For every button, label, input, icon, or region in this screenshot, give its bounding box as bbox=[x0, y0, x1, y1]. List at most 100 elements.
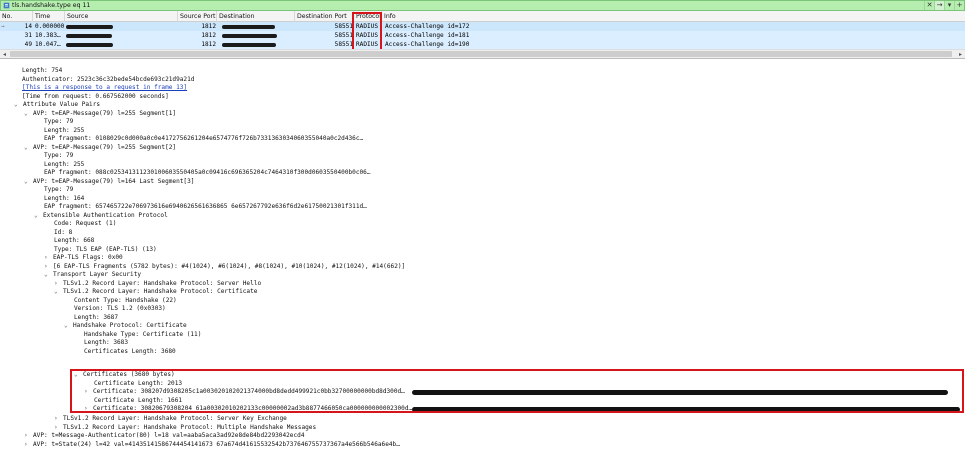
collapsed-chevron-icon[interactable]: › bbox=[24, 432, 33, 441]
tree-node-eap-tls-flags[interactable]: › EAP-TLS Flags: 0x00 bbox=[44, 254, 123, 263]
redacted-source bbox=[66, 43, 113, 47]
bookmark-icon[interactable] bbox=[1, 1, 11, 10]
response-to-frame-link[interactable]: [This is a response to a request in fram… bbox=[22, 84, 187, 93]
expanded-chevron-icon[interactable]: ⌄ bbox=[14, 101, 23, 110]
detail-line[interactable]: Type: 79 bbox=[44, 118, 73, 127]
detail-line[interactable]: EAP fragment: 0108029c0d000a0c0e41727562… bbox=[44, 135, 363, 144]
column-header-time[interactable]: Time bbox=[33, 11, 65, 22]
packet-details-tree[interactable]: Length: 754 Authenticator: 2523c36c32bed… bbox=[0, 67, 965, 454]
detail-line[interactable]: Version: TLS 1.2 (0x0303) bbox=[74, 305, 166, 314]
detail-line[interactable]: Length: 754 bbox=[22, 67, 62, 76]
packet-list[interactable]: No. Time Source Source Port Destination … bbox=[0, 11, 965, 59]
expanded-chevron-icon[interactable]: ⌄ bbox=[24, 178, 33, 187]
collapsed-chevron-icon[interactable]: › bbox=[54, 280, 63, 289]
column-header-destination[interactable]: Destination bbox=[217, 11, 295, 22]
tree-node-tls-record[interactable]: › TLSv1.2 Record Layer: Handshake Protoco… bbox=[54, 415, 287, 424]
detail-label: EAP-TLS Flags: 0x00 bbox=[53, 254, 123, 261]
redacted-destination bbox=[222, 43, 276, 47]
collapsed-chevron-icon[interactable]: › bbox=[24, 441, 33, 450]
detail-label: Extensible Authentication Protocol bbox=[43, 211, 168, 219]
packet-list-horizontal-scrollbar[interactable]: ◂ ▸ bbox=[0, 49, 965, 58]
scroll-left-icon[interactable]: ◂ bbox=[0, 50, 9, 59]
protocol-column-highlight bbox=[352, 12, 382, 54]
certificates-highlight-box bbox=[70, 369, 964, 413]
expanded-chevron-icon[interactable]: ⌄ bbox=[24, 144, 33, 153]
detail-line[interactable]: Length: 3683 bbox=[84, 339, 128, 348]
expanded-chevron-icon[interactable]: ⌄ bbox=[44, 271, 53, 280]
detail-label: AVP: t=Message-Authenticator(80) l=18 va… bbox=[33, 432, 305, 439]
detail-line[interactable]: Certificates Length: 3680 bbox=[84, 348, 176, 357]
column-header-source[interactable]: Source bbox=[65, 11, 178, 22]
packet-list-header: No. Time Source Source Port Destination … bbox=[0, 11, 965, 22]
packet-source-port: 1812 bbox=[201, 41, 216, 48]
clear-filter-icon[interactable]: ✕ bbox=[924, 1, 934, 10]
detail-line[interactable]: Type: 79 bbox=[44, 152, 73, 161]
tree-node-avp[interactable]: ⌄ AVP: t=EAP-Message(79) l=255 Segment[1] bbox=[24, 110, 176, 119]
filter-dropdown-chevron-icon[interactable]: ▾ bbox=[944, 1, 954, 10]
tree-node-tls-record[interactable]: ⌄ TLSv1.2 Record Layer: Handshake Protoco… bbox=[54, 288, 257, 297]
packet-source-port: 1812 bbox=[201, 32, 216, 39]
packet-row[interactable]: 49 10.047… 1812 58551 RADIUS Access-Chal… bbox=[0, 40, 965, 49]
tree-node-tls-record[interactable]: › TLSv1.2 Record Layer: Handshake Protoco… bbox=[54, 424, 316, 433]
expanded-chevron-icon[interactable]: ⌄ bbox=[24, 110, 33, 119]
tree-node-eap[interactable]: ⌄ Extensible Authentication Protocol bbox=[34, 212, 168, 221]
collapsed-chevron-icon[interactable]: › bbox=[44, 263, 53, 272]
packet-time: 10.047… bbox=[35, 41, 61, 48]
packet-time: 0.000000 bbox=[35, 23, 65, 30]
tree-node-avp[interactable]: ⌄ AVP: t=EAP-Message(79) l=164 Last Segme… bbox=[24, 178, 194, 187]
detail-label: AVP: t=EAP-Message(79) l=164 Last Segmen… bbox=[33, 177, 195, 185]
detail-line[interactable]: Type: 79 bbox=[44, 186, 73, 195]
redacted-destination bbox=[222, 34, 277, 38]
tree-node-avp[interactable]: › AVP: t=Message-Authenticator(80) l=18 v… bbox=[24, 432, 305, 441]
detail-line[interactable]: Length: 255 bbox=[44, 127, 84, 136]
packet-row[interactable]: 31 10.383… 1812 58551 RADIUS Access-Chal… bbox=[0, 31, 965, 40]
tree-node-tls-record[interactable]: › TLSv1.2 Record Layer: Handshake Protoco… bbox=[54, 280, 261, 289]
detail-label: AVP: t=EAP-Message(79) l=255 Segment[2] bbox=[33, 143, 177, 151]
expanded-chevron-icon[interactable]: ⌄ bbox=[54, 288, 63, 297]
detail-line[interactable]: Code: Request (1) bbox=[54, 220, 116, 229]
detail-label: Attribute Value Pairs bbox=[23, 101, 101, 108]
scroll-right-icon[interactable]: ▸ bbox=[956, 50, 965, 59]
detail-line[interactable]: Length: 255 bbox=[44, 161, 84, 170]
redacted-source bbox=[66, 25, 113, 29]
column-header-no[interactable]: No. bbox=[0, 11, 33, 22]
detail-line[interactable]: [Time from request: 0.667562000 seconds] bbox=[22, 93, 169, 102]
column-header-source-port[interactable]: Source Port bbox=[178, 11, 217, 22]
detail-line[interactable]: Id: 8 bbox=[54, 229, 72, 238]
detail-label: TLSv1.2 Record Layer: Handshake Protocol… bbox=[63, 423, 317, 431]
column-header-info[interactable]: Info bbox=[382, 11, 965, 22]
detail-line[interactable]: Length: 164 bbox=[44, 195, 84, 204]
packet-row[interactable]: → 14 0.000000 1812 58551 RADIUS Access-C… bbox=[0, 22, 965, 31]
tree-node-attribute-value-pairs[interactable]: ⌄ Attribute Value Pairs bbox=[14, 101, 100, 110]
packet-destination-port: 58551 bbox=[334, 23, 353, 30]
expanded-chevron-icon[interactable]: ⌄ bbox=[64, 322, 73, 331]
detail-line[interactable]: Length: 668 bbox=[54, 237, 94, 246]
scrollbar-thumb[interactable] bbox=[10, 51, 952, 57]
packet-source-port: 1812 bbox=[201, 23, 216, 30]
tree-node-eap-tls-fragments[interactable]: › [6 EAP-TLS Fragments (5782 bytes): #4(1… bbox=[44, 263, 405, 272]
detail-line[interactable]: Handshake Type: Certificate (11) bbox=[84, 331, 201, 340]
tree-node-tls[interactable]: ⌄ Transport Layer Security bbox=[44, 271, 141, 280]
collapsed-chevron-icon[interactable]: › bbox=[54, 424, 63, 433]
detail-line[interactable]: Type: TLS EAP (EAP-TLS) (13) bbox=[54, 246, 157, 255]
packet-info: Access-Challenge id=181 bbox=[385, 32, 470, 39]
detail-line[interactable]: Authenticator: 2523c36c32bede54bcde693c2… bbox=[22, 76, 194, 85]
collapsed-chevron-icon[interactable]: › bbox=[44, 254, 53, 263]
expanded-chevron-icon[interactable]: ⌄ bbox=[34, 212, 43, 221]
apply-filter-arrow-icon[interactable]: → bbox=[934, 1, 944, 10]
column-header-destination-port[interactable]: Destination Port bbox=[295, 11, 354, 22]
detail-line[interactable]: Length: 3687 bbox=[74, 314, 118, 323]
tree-node-avp[interactable]: ⌄ AVP: t=EAP-Message(79) l=255 Segment[2] bbox=[24, 144, 176, 153]
detail-label: TLSv1.2 Record Layer: Handshake Protocol… bbox=[63, 415, 287, 422]
add-filter-button-plus-icon[interactable]: + bbox=[954, 1, 964, 10]
display-filter-bar[interactable]: tls.handshake.type eq 11 ✕ → ▾ + bbox=[0, 0, 965, 11]
detail-label: Transport Layer Security bbox=[53, 271, 142, 278]
tree-node-avp[interactable]: › AVP: t=State(24) l=42 val=4143514158674… bbox=[24, 441, 400, 450]
collapsed-chevron-icon[interactable]: › bbox=[54, 415, 63, 424]
redacted-destination bbox=[222, 25, 275, 29]
display-filter-input[interactable]: tls.handshake.type eq 11 bbox=[12, 2, 924, 9]
detail-line[interactable]: Content Type: Handshake (22) bbox=[74, 297, 177, 306]
tree-node-handshake[interactable]: ⌄ Handshake Protocol: Certificate bbox=[64, 322, 187, 331]
detail-line[interactable]: EAP fragment: 657465722e706973616e694062… bbox=[44, 203, 367, 212]
detail-line[interactable]: EAP fragment: 088c0253413112301006035504… bbox=[44, 169, 371, 178]
